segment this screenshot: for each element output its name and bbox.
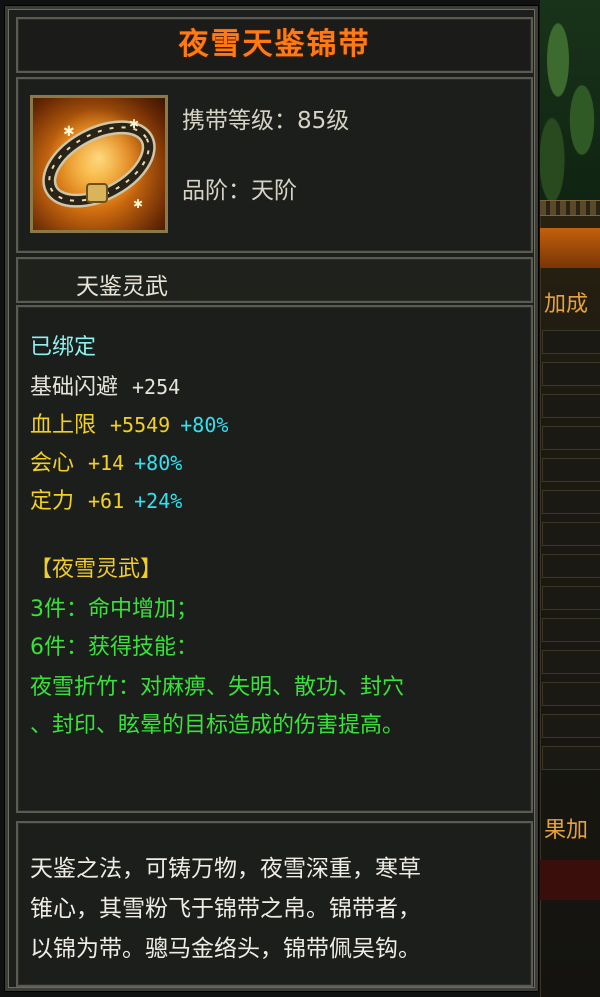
stat-bonus: +80% xyxy=(180,413,229,437)
background-row xyxy=(542,746,600,770)
background-label-top: 加成 xyxy=(544,292,589,317)
set-bonus-line: 6件：获得技能： xyxy=(30,635,198,660)
svg-text:✱: ✱ xyxy=(63,124,75,140)
set-bonus-line: 夜雪折竹：对麻痹、失明、散功、封穴 xyxy=(30,675,405,700)
background-scenery xyxy=(540,0,600,200)
description-line: 锥心，其雪粉飞于锦带之帛。锦带者， xyxy=(30,896,421,922)
background-row xyxy=(542,682,600,706)
grade: 品阶：天阶 xyxy=(182,171,297,205)
item-tooltip: 夜雪天鉴锦带 ✱ ✱ ✱ 携带等级：85级 品阶：天阶 天鉴灵武 已绑定 基础闪… xyxy=(5,6,538,991)
background-row xyxy=(542,394,600,418)
stat-name: 定力 xyxy=(30,489,75,514)
attributes-panel: 已绑定 基础闪避 +254 血上限 +5549 +80% 会心 +14 +80% 定力 +6… xyxy=(16,305,533,813)
stat-row: 会心 +14 +80% xyxy=(30,445,182,477)
set-bonus-line: 、封印、眩晕的目标造成的伤害提高。 xyxy=(30,713,405,738)
item-name: 夜雪天鉴锦带 xyxy=(178,27,371,62)
stat-value: +5549 xyxy=(110,413,171,437)
carry-level-label: 携带等级： xyxy=(182,108,297,134)
stat-row: 基础闪避 +254 xyxy=(30,369,180,401)
item-subtitle-bar: 天鉴灵武 xyxy=(16,257,533,303)
carry-level: 携带等级：85级 xyxy=(182,101,349,135)
description-line: 天鉴之法，可铸万物，夜雪深重，寒草 xyxy=(30,856,421,882)
bound-status: 已绑定 xyxy=(30,335,97,360)
title-bar: 夜雪天鉴锦带 xyxy=(16,17,533,73)
stat-row: 血上限 +5549 +80% xyxy=(30,407,228,439)
description-line: 以锦为带。骢马金络头，锦带佩吴钩。 xyxy=(30,936,421,962)
stat-value: +14 xyxy=(88,451,125,475)
stat-name: 会心 xyxy=(30,451,75,476)
background-row xyxy=(542,618,600,642)
belt-icon: ✱ ✱ ✱ xyxy=(30,95,168,233)
description-panel: 天鉴之法，可铸万物，夜雪深重，寒草 锥心，其雪粉飞于锦带之帛。锦带者， 以锦为带… xyxy=(16,821,533,987)
background-row xyxy=(542,330,600,354)
background-row xyxy=(542,586,600,610)
background-label-bottom: 果加 xyxy=(544,818,589,843)
grade-label: 品阶： xyxy=(182,178,251,204)
svg-text:✱: ✱ xyxy=(133,197,143,211)
background-row xyxy=(542,650,600,674)
svg-text:✱: ✱ xyxy=(129,117,139,131)
background-border-ornament xyxy=(540,200,600,216)
stat-name: 血上限 xyxy=(30,413,97,438)
background-row xyxy=(542,522,600,546)
background-row xyxy=(542,714,600,738)
set-bonus-line: 3件：命中增加； xyxy=(30,597,198,622)
background-panel xyxy=(540,860,600,900)
stat-bonus: +24% xyxy=(134,489,183,513)
stat-row: 定力 +61 +24% xyxy=(30,483,182,515)
stat-value: +254 xyxy=(132,375,181,399)
item-header: ✱ ✱ ✱ 携带等级：85级 品阶：天阶 xyxy=(16,77,533,253)
grade-value: 天阶 xyxy=(251,178,297,204)
background-row xyxy=(542,362,600,386)
background-row xyxy=(542,554,600,578)
background-row xyxy=(542,458,600,482)
item-subtitle: 天鉴灵武 xyxy=(76,274,168,300)
background-row xyxy=(542,490,600,514)
stat-value: +61 xyxy=(88,489,125,513)
stat-name: 基础闪避 xyxy=(30,375,119,400)
set-name: 【夜雪灵武】 xyxy=(30,557,163,582)
stat-bonus: +80% xyxy=(134,451,183,475)
carry-level-value: 85级 xyxy=(297,108,350,134)
background-tab xyxy=(540,228,600,268)
background-row xyxy=(542,426,600,450)
